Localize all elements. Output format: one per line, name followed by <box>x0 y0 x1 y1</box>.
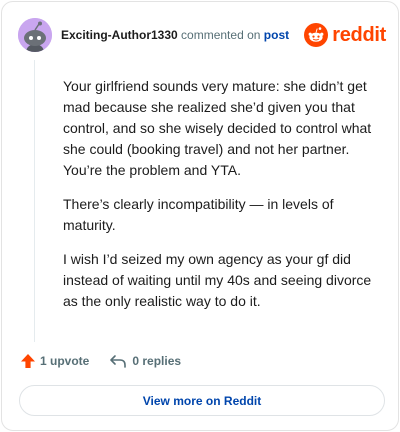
avatar[interactable] <box>18 18 52 52</box>
replies-count: 0 replies <box>132 354 182 368</box>
replies-button[interactable]: 0 replies <box>109 353 181 369</box>
reddit-brand[interactable]: reddit <box>304 21 386 49</box>
upvote-button[interactable]: 1 upvote <box>20 353 89 369</box>
upvote-arrow-icon <box>21 354 35 368</box>
comment-byline: Exciting-Author1330 commented on post <box>61 28 289 42</box>
reddit-logo-icon <box>304 23 329 47</box>
thread-line <box>34 60 35 342</box>
comment-paragraph: There’s clearly incompatibility — in lev… <box>63 196 334 233</box>
comment-actions: 1 upvote 0 replies <box>20 351 181 371</box>
snoo-avatar-icon <box>18 18 52 52</box>
comment-body: Your girlfriend sounds very mature: she … <box>63 76 383 325</box>
post-link[interactable]: post <box>264 28 289 42</box>
comment-paragraph: I wish I’d seized my own agency as your … <box>63 251 372 309</box>
byline-action-text: commented on <box>181 28 261 42</box>
comment-header: Exciting-Author1330 commented on post re… <box>18 18 386 52</box>
username-link[interactable]: Exciting-Author1330 <box>61 28 178 42</box>
comment-card: Exciting-Author1330 commented on post re… <box>1 1 399 431</box>
reddit-wordmark: reddit <box>332 24 386 46</box>
comment-paragraph: Your girlfriend sounds very mature: she … <box>63 78 372 178</box>
upvote-count: 1 upvote <box>40 354 90 368</box>
reply-arrow-icon <box>110 355 127 368</box>
view-more-button[interactable]: View more on Reddit <box>19 385 385 416</box>
